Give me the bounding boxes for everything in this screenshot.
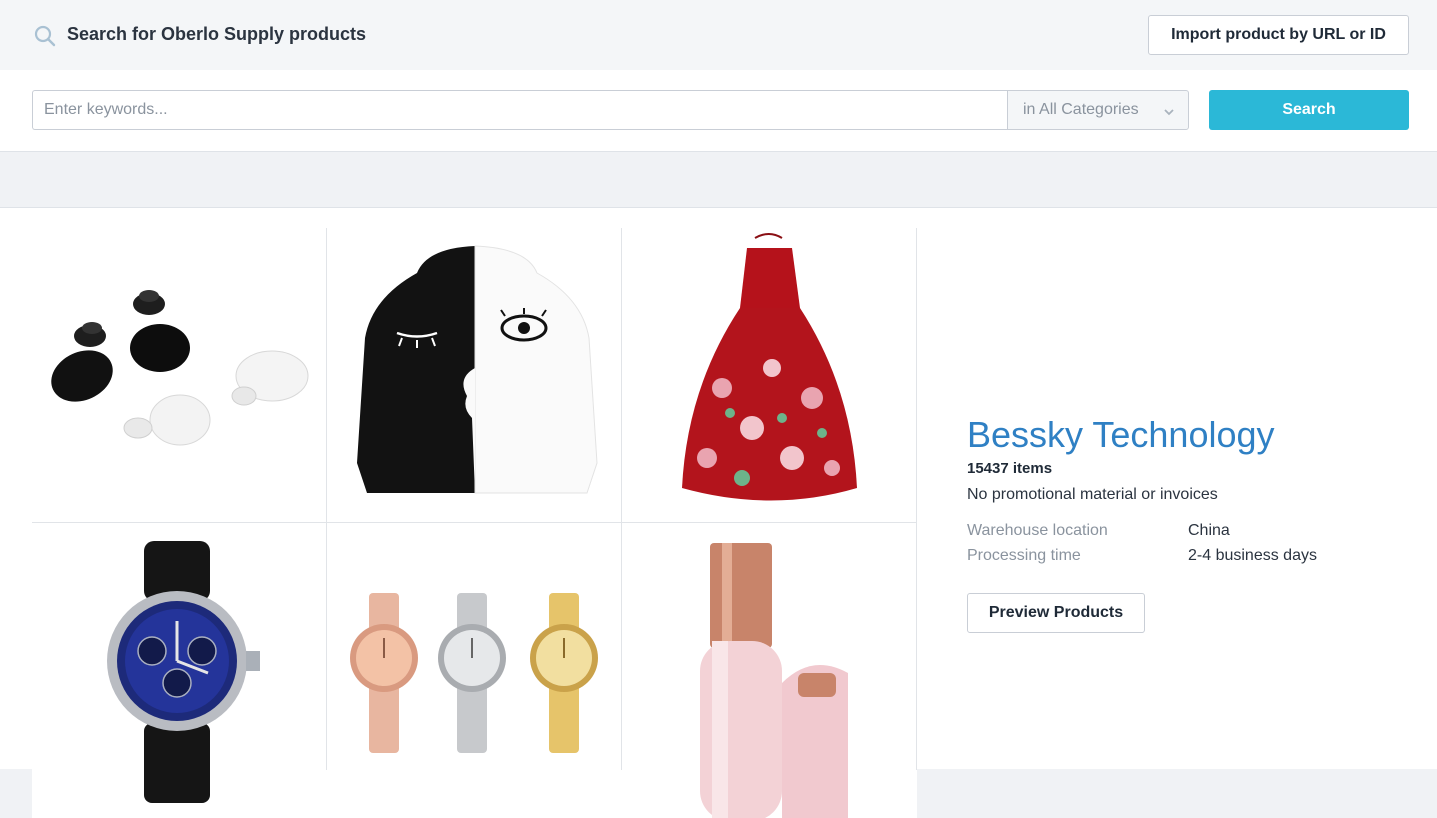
product-tile[interactable] [622,228,917,523]
earbuds-image [32,228,327,523]
keywords-input[interactable] [32,90,1008,130]
grid-divider [916,228,917,770]
items-count: 15437 items [967,460,1053,477]
facial-trimmer-image [622,523,917,818]
search-icon [34,25,56,47]
supplier-name[interactable]: Bessky Technology [967,413,1407,457]
meta-label: Processing time [967,547,1081,564]
search-header: Search for Oberlo Supply products Import… [0,0,1437,70]
chevron-down-icon [1163,105,1175,117]
product-tile[interactable] [32,523,327,818]
category-select[interactable]: in All Categories [1007,90,1189,130]
meta-value: 2-4 business days [1188,547,1317,564]
product-grid [32,228,917,818]
import-product-button[interactable]: Import product by URL or ID [1148,15,1409,55]
supplier-card: Bessky Technology 15437 items No promoti… [0,207,1437,818]
search-title: Search for Oberlo Supply products [67,24,367,44]
category-select-value: in All Categories [1023,101,1139,118]
promo-note: No promotional material or invoices [967,486,1218,503]
meta-label: Warehouse location [967,522,1108,539]
hoodie-image [327,228,622,523]
supplier-meta: Warehouse location China Processing time… [967,518,1407,568]
grid-divider [621,228,622,770]
meta-value: China [1188,522,1230,539]
search-panel: Search for Oberlo Supply products Import… [0,0,1437,152]
search-button[interactable]: Search [1209,90,1409,130]
meta-row-processing: Processing time 2-4 business days [967,543,1407,568]
grid-divider [326,228,327,770]
meta-row-warehouse: Warehouse location China [967,518,1407,543]
product-tile[interactable] [622,523,917,818]
product-tile[interactable] [327,523,622,818]
dress-image [622,228,917,523]
supplier-info: Bessky Technology 15437 items No promoti… [967,413,1407,633]
product-tile[interactable] [327,228,622,523]
wristwatch-image [32,523,327,818]
watches-set-image [327,523,622,818]
product-tile[interactable] [32,228,327,523]
grid-divider [32,522,917,523]
preview-products-button[interactable]: Preview Products [967,593,1145,633]
